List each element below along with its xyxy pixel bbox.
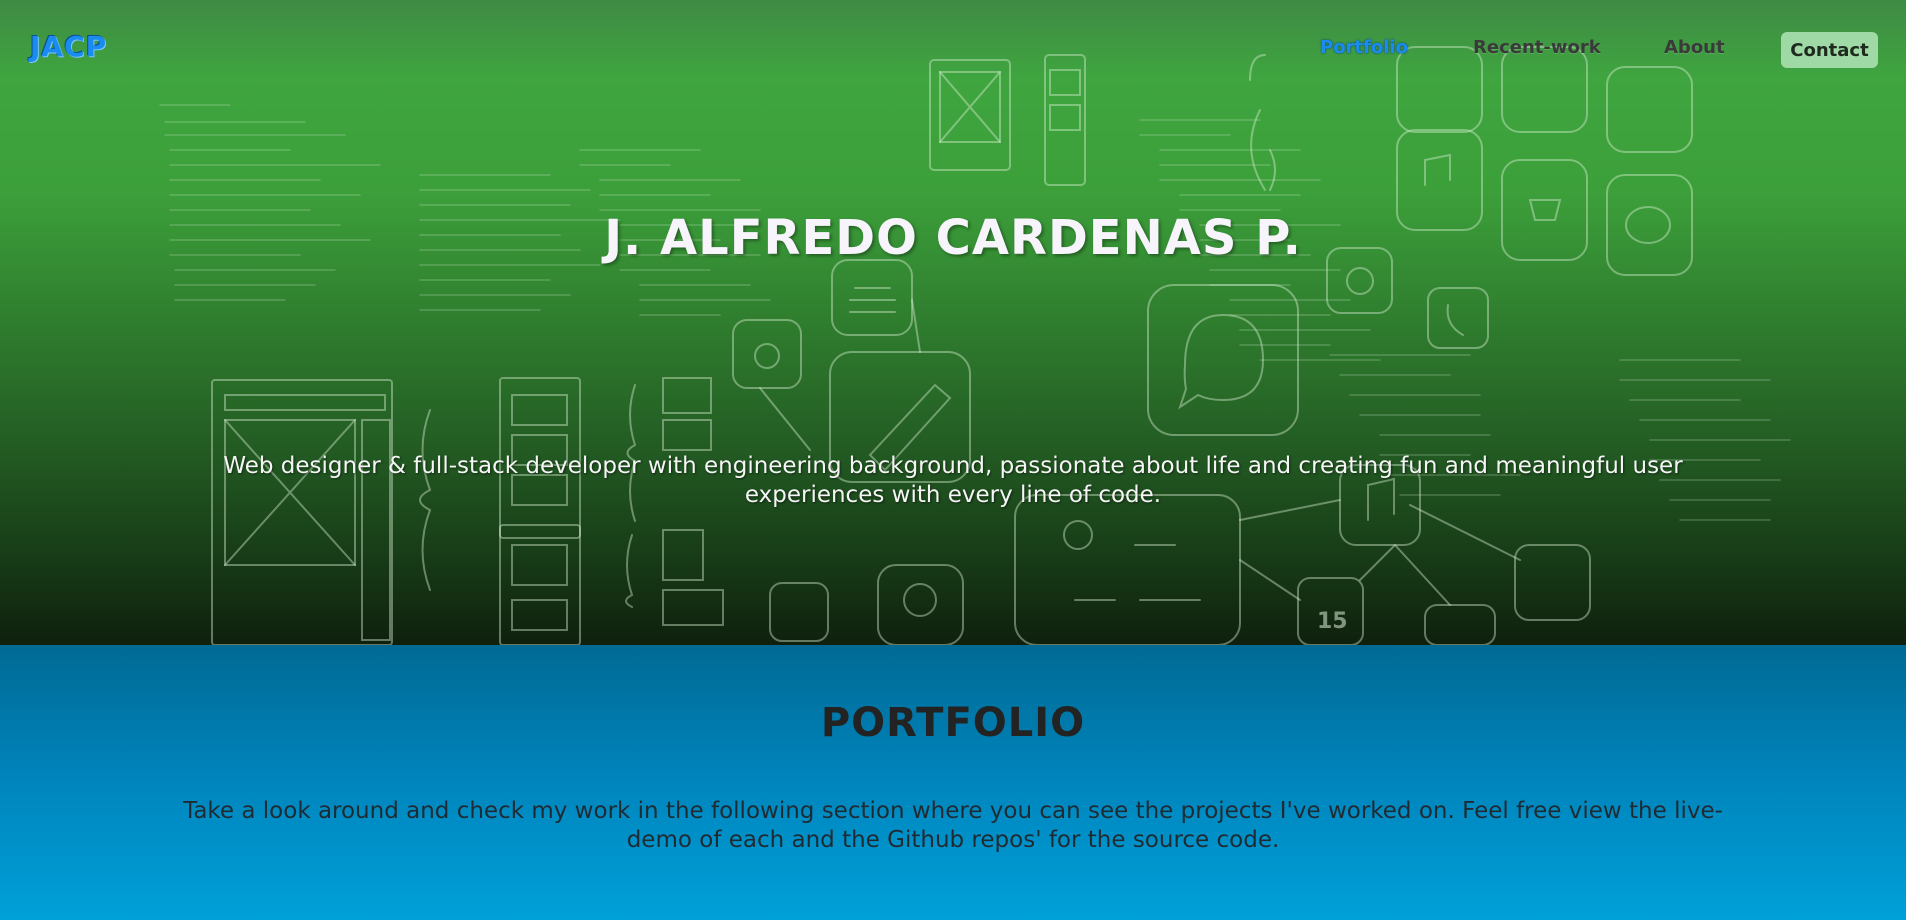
- portfolio-description: Take a look around and check my work in …: [183, 798, 1723, 853]
- camera-icon: [733, 320, 801, 388]
- phone-icon: [1428, 288, 1488, 348]
- portfolio-title: PORTFOLIO: [820, 700, 1086, 746]
- portfolio-section: PORTFOLIO Take a look around and check m…: [0, 645, 1906, 920]
- contact-button[interactable]: Contact: [1781, 32, 1878, 68]
- lightbulb-icon: [1015, 495, 1240, 645]
- nav-link-recent-work[interactable]: Recent-work: [1473, 37, 1601, 58]
- hero-title: J. ALFREDO CARDENAS P.: [604, 210, 1302, 266]
- airplane-icon: [770, 583, 828, 641]
- nav-link-about[interactable]: About: [1664, 37, 1725, 58]
- hero-subtitle: Web designer & full-stack developer with…: [223, 453, 1683, 508]
- nav-link-portfolio[interactable]: Portfolio: [1320, 37, 1408, 58]
- hero-section: 15 JACP Portfolio Recent-work About Cont…: [0, 0, 1906, 645]
- weather-icon: [878, 565, 963, 645]
- navbar: JACP Portfolio Recent-work About Contact: [0, 0, 1906, 98]
- books-icon: [832, 260, 912, 335]
- app-grid-icon: [1425, 605, 1495, 645]
- calendar-day-text: 15: [1317, 609, 1348, 634]
- site-logo[interactable]: JACP: [30, 30, 107, 63]
